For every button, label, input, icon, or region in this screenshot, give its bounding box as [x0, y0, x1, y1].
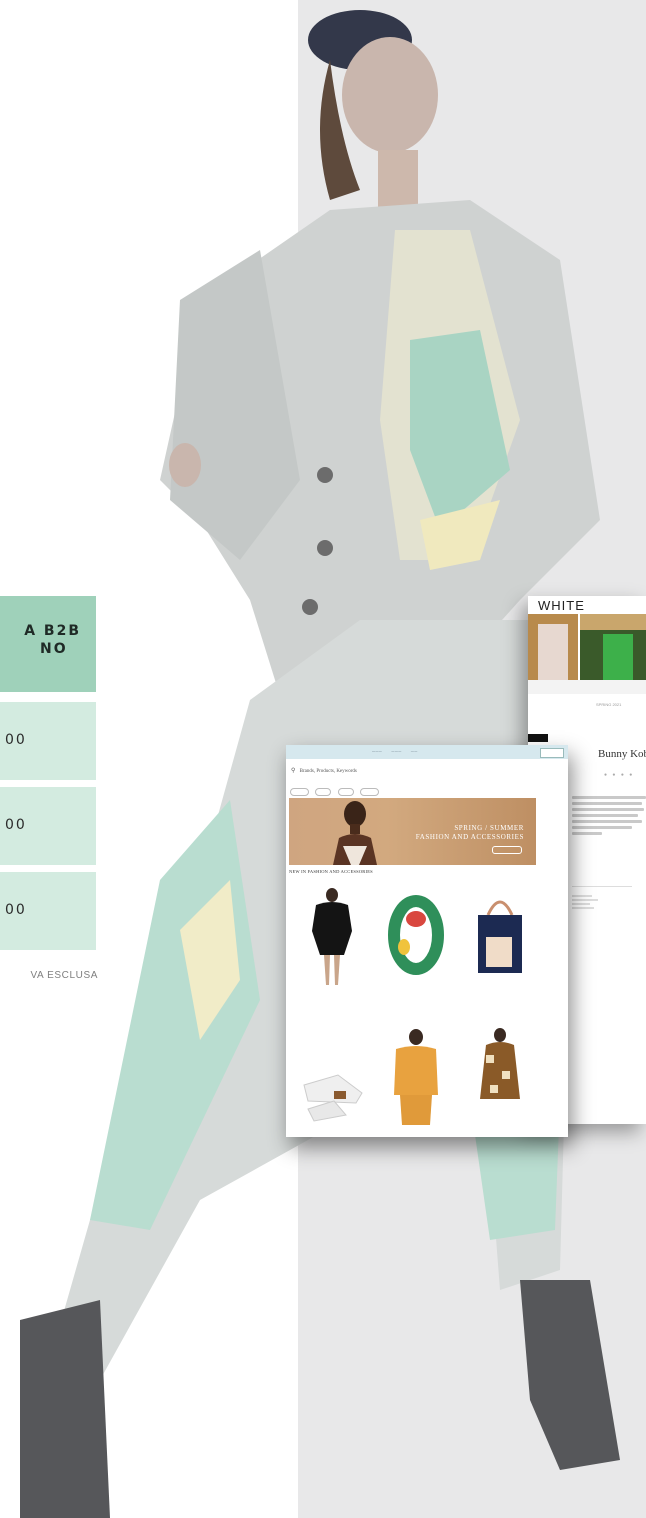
- feature-card-value: 00: [5, 902, 27, 918]
- feature-card-row: 00: [0, 787, 96, 865]
- shop-label: SPRING 2021: [596, 702, 622, 707]
- hero-headline: SPRING / SUMMER FASHION AND ACCESSORIES: [416, 824, 524, 842]
- hero-headline-line-2: FASHION AND ACCESSORIES: [415, 833, 524, 841]
- hero-headline-line-1: SPRING / SUMMER: [454, 824, 524, 832]
- designer-name: Bunny Kobo: [598, 748, 646, 760]
- brand-tabs-bar: [528, 680, 646, 694]
- search-icon: ⚲: [291, 768, 296, 774]
- feature-card-row: 00: [0, 702, 96, 780]
- feature-card-heading-line-2: NO: [40, 641, 68, 657]
- hero-banner[interactable]: SPRING / SUMMER FASHION AND ACCESSORIES: [289, 798, 536, 865]
- filter-chip[interactable]: [360, 788, 380, 796]
- feature-card-heading-line-1: A B2B: [24, 623, 81, 639]
- brand-avatar: [528, 734, 548, 742]
- brand-sidebar: [572, 866, 642, 911]
- top-navigation: ——— ——— ——: [286, 745, 568, 759]
- feature-card-title: A B2B NO: [0, 596, 96, 692]
- social-icons[interactable]: ● ● ● ●: [604, 772, 634, 778]
- filter-chip[interactable]: [315, 788, 332, 796]
- feature-card-value: 00: [5, 817, 27, 833]
- filter-chip[interactable]: [290, 788, 309, 796]
- brand-lookbook-photos: [528, 614, 646, 680]
- feature-card-heading: A B2B NO: [0, 622, 96, 658]
- product-image: [480, 1028, 520, 1099]
- product-image: [312, 888, 352, 985]
- search-placeholder: Brands, Products, Keywords: [299, 769, 357, 774]
- product-image: [478, 900, 522, 973]
- marketplace-screenshot: ——— ——— —— ⚲ Brands, Products, Keywords …: [286, 745, 568, 1137]
- brand-logo: WHITE: [538, 598, 585, 613]
- product-image: [303, 1074, 363, 1122]
- cart-icon[interactable]: [540, 748, 564, 758]
- footnote-text: VA ESCLUSA: [30, 970, 98, 981]
- product-image: [388, 895, 444, 975]
- hero-cta-button[interactable]: [492, 846, 522, 854]
- nav-links[interactable]: ——— ——— ——: [372, 749, 418, 753]
- filter-chips: [290, 780, 381, 798]
- feature-card-row: 00: [0, 872, 96, 950]
- filter-chip[interactable]: [337, 788, 354, 796]
- feature-card-value: 00: [5, 732, 27, 748]
- hero-model-image: [333, 801, 377, 865]
- section-heading: NEW IN FASHION AND ACCESSORIES: [289, 869, 373, 874]
- product-image: [394, 1029, 438, 1125]
- search-bar[interactable]: ⚲ Brands, Products, Keywords: [291, 767, 357, 774]
- brand-description: [572, 796, 646, 838]
